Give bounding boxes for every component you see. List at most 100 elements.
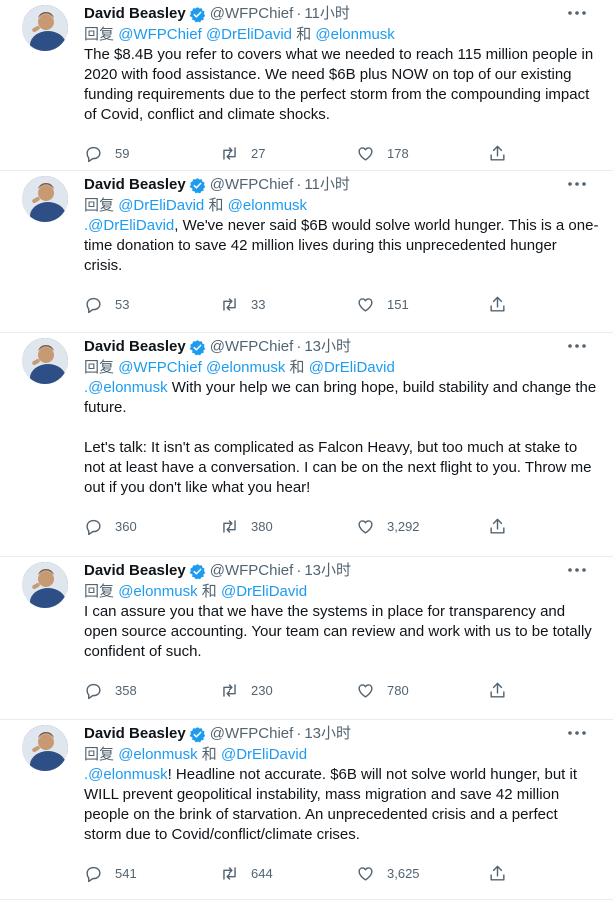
reply-and-word: 和 [201, 583, 217, 600]
retweet-count: 380 [251, 518, 273, 534]
tweet-text: I can assure you that we have the system… [84, 602, 599, 662]
more-icon[interactable] [567, 6, 587, 20]
reply-mention-link[interactable]: @elonmusk [118, 746, 197, 763]
retweet-button[interactable]: 380 [220, 517, 356, 536]
retweet-count: 33 [251, 296, 266, 312]
avatar-photo-icon [22, 176, 68, 222]
like-count: 3,292 [387, 518, 420, 534]
share-icon [490, 145, 505, 161]
reply-button[interactable]: 360 [84, 517, 220, 536]
avatar[interactable] [22, 562, 68, 608]
tweet-header: David Beasley @WFPChief · 13小时 [84, 724, 599, 744]
like-button[interactable]: 178 [356, 144, 488, 163]
retweet-button[interactable]: 27 [220, 144, 356, 163]
retweet-icon [223, 297, 236, 311]
share-icon [490, 296, 505, 312]
reply-button[interactable]: 358 [84, 681, 220, 700]
reply-mention-link[interactable]: @DrEliDavid [206, 26, 292, 43]
reply-to-line: 回复 @elonmusk 和 @DrEliDavid [84, 581, 599, 602]
avatar-photo-icon [22, 5, 68, 51]
like-button[interactable]: 3,292 [356, 517, 488, 536]
retweet-button[interactable]: 644 [220, 864, 356, 883]
text-mention-link[interactable]: .@elonmusk [84, 766, 168, 783]
retweet-button[interactable]: 33 [220, 295, 356, 314]
tweet-time[interactable]: 13小时 [304, 561, 351, 581]
separator-dot: · [296, 5, 302, 22]
author-name[interactable]: David Beasley [84, 4, 186, 24]
avatar[interactable] [22, 5, 68, 51]
text-mention-link[interactable]: .@DrEliDavid [84, 217, 174, 234]
like-button[interactable]: 151 [356, 295, 488, 314]
reply-button[interactable]: 541 [84, 864, 220, 883]
reply-mention-link[interactable]: @WFPChief [118, 26, 202, 43]
tweet[interactable]: David Beasley @WFPChief · 13小时 回复 @elonm… [0, 720, 613, 900]
verified-badge-icon [189, 339, 205, 355]
reply-button[interactable]: 53 [84, 295, 220, 314]
reply-mention-link[interactable]: @DrEliDavid [309, 359, 395, 376]
tweet-actions: 541 644 3,625 [84, 856, 599, 890]
reply-button[interactable]: 59 [84, 144, 220, 163]
share-button[interactable] [488, 681, 507, 700]
avatar-photo-icon [22, 562, 68, 608]
avatar[interactable] [22, 725, 68, 771]
reply-icon [86, 866, 101, 882]
reply-mention-link[interactable]: @DrEliDavid [221, 583, 307, 600]
author-name[interactable]: David Beasley [84, 175, 186, 195]
author-handle[interactable]: @WFPChief [210, 4, 294, 24]
share-button[interactable] [488, 864, 507, 883]
author-handle[interactable]: @WFPChief [210, 724, 294, 744]
avatar[interactable] [22, 176, 68, 222]
tweet-header: David Beasley @WFPChief · 13小时 [84, 337, 599, 357]
tweet-time[interactable]: 13小时 [304, 337, 351, 357]
author-name[interactable]: David Beasley [84, 724, 186, 744]
reply-mention-link[interactable]: @elonmusk [118, 583, 197, 600]
reply-mention-link[interactable]: @WFPChief [118, 359, 202, 376]
author-handle[interactable]: @WFPChief [210, 337, 294, 357]
retweet-count: 230 [251, 682, 273, 698]
reply-to-line: 回复 @WFPChief @elonmusk 和 @DrEliDavid [84, 357, 599, 378]
reply-and-word: 和 [201, 746, 217, 763]
tweet-actions: 358 230 780 [84, 673, 599, 707]
reply-mention-link[interactable]: @elonmusk [228, 197, 307, 214]
avatar-photo-icon [22, 338, 68, 384]
verified-badge-icon [189, 563, 205, 579]
author-name[interactable]: David Beasley [84, 337, 186, 357]
tweet[interactable]: David Beasley @WFPChief · 13小时 回复 @WFPCh… [0, 333, 613, 557]
more-icon[interactable] [567, 563, 587, 577]
share-button[interactable] [488, 144, 507, 163]
tweet-feed: David Beasley @WFPChief · 11小时 回复 @WFPCh… [0, 0, 613, 900]
retweet-icon [223, 866, 236, 880]
tweet-time[interactable]: 13小时 [304, 724, 351, 744]
like-button[interactable]: 780 [356, 681, 488, 700]
tweet-time[interactable]: 11小时 [304, 175, 350, 195]
share-button[interactable] [488, 517, 507, 536]
like-icon [358, 683, 373, 698]
text-mention-link[interactable]: .@elonmusk [84, 379, 168, 396]
like-count: 3,625 [387, 865, 420, 881]
verified-badge-icon [189, 726, 205, 742]
author-handle[interactable]: @WFPChief [210, 561, 294, 581]
retweet-button[interactable]: 230 [220, 681, 356, 700]
reply-mention-link[interactable]: @elonmusk [206, 359, 285, 376]
tweet-time[interactable]: 11小时 [304, 4, 350, 24]
more-icon[interactable] [567, 339, 587, 353]
share-button[interactable] [488, 295, 507, 314]
tweet[interactable]: David Beasley @WFPChief · 11小时 回复 @DrEli… [0, 171, 613, 333]
more-icon[interactable] [567, 177, 587, 191]
reply-mention-link[interactable]: @DrEliDavid [118, 197, 204, 214]
avatar[interactable] [22, 338, 68, 384]
tweet[interactable]: David Beasley @WFPChief · 11小时 回复 @WFPCh… [0, 0, 613, 171]
reply-prefix: 回复 [84, 26, 115, 43]
tweet-text: The $8.4B you refer to covers what we ne… [84, 45, 599, 125]
more-icon[interactable] [567, 726, 587, 740]
tweet-body: I can assure you that we have the system… [84, 603, 596, 660]
reply-mention-link[interactable]: @DrEliDavid [221, 746, 307, 763]
reply-icon [86, 297, 101, 313]
tweet[interactable]: David Beasley @WFPChief · 13小时 回复 @elonm… [0, 557, 613, 720]
reply-prefix: 回复 [84, 359, 115, 376]
reply-mention-link[interactable]: @elonmusk [315, 26, 394, 43]
like-button[interactable]: 3,625 [356, 864, 488, 883]
author-name[interactable]: David Beasley [84, 561, 186, 581]
reply-count: 59 [115, 145, 130, 161]
author-handle[interactable]: @WFPChief [210, 175, 294, 195]
